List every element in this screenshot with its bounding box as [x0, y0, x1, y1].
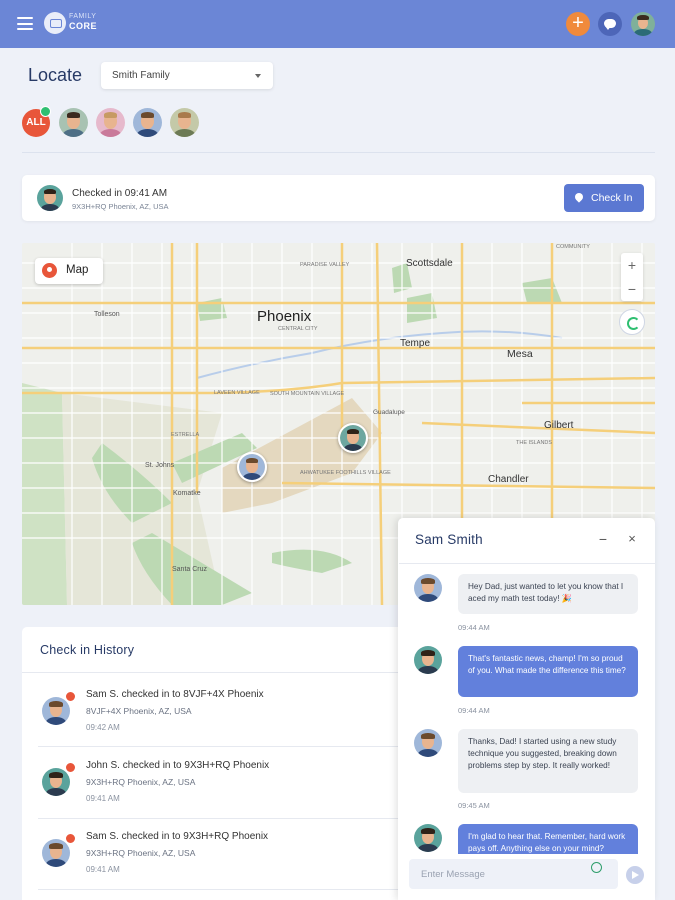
map-label-scottsdale: Scottsdale [406, 258, 453, 269]
history-avatar [42, 768, 70, 796]
history-item-time: 09:42 AM [86, 723, 120, 732]
member-avatar[interactable] [133, 108, 162, 137]
member-avatar[interactable] [59, 108, 88, 137]
divider [22, 152, 655, 153]
logo-icon [44, 12, 66, 34]
divider [38, 746, 422, 747]
divider [38, 889, 422, 890]
history-item-time: 09:41 AM [86, 794, 120, 803]
logo-text-bottom: CORE [69, 21, 98, 31]
location-pin-icon [65, 691, 76, 702]
map-label-community: COMMUNITY [556, 244, 590, 250]
map-member-marker[interactable] [338, 423, 368, 453]
check-in-button-label: Check In [591, 192, 633, 204]
check-badge-icon [40, 106, 51, 117]
chat-message-clip: I'm glad to hear that. Remember, hard wo… [399, 818, 655, 854]
history-item-address: 9X3H+RQ Phoenix, AZ, USA [86, 848, 196, 858]
map-label-gilbert: Gilbert [544, 420, 574, 431]
add-button[interactable]: + [566, 12, 590, 36]
chat-message-outgoing: That's fantastic news, champ! I'm so pro… [458, 646, 638, 697]
map-mode-chip[interactable]: Map [35, 258, 103, 284]
checkin-avatar [37, 185, 63, 211]
chat-bubble-icon[interactable] [598, 12, 622, 36]
map-label-tempe: Tempe [400, 338, 431, 349]
zoom-controls: + − [621, 253, 643, 301]
map-label-the-islands: THE ISLANDS [516, 440, 553, 446]
profile-avatar[interactable] [631, 12, 655, 36]
emoji-icon[interactable] [591, 862, 602, 873]
map-label-st-johns: St. Johns [145, 462, 175, 469]
map-label-estrella: ESTRELLA [171, 432, 200, 438]
history-item-title: Sam S. checked in to 8VJF+4X Phoenix [86, 689, 264, 700]
map-label-central-city: CENTRAL CITY [278, 326, 318, 332]
history-item-title: John S. checked in to 9X3H+RQ Phoenix [86, 760, 270, 771]
zoom-out-button[interactable]: − [621, 279, 643, 299]
map-label-santa-cruz: Santa Cruz [172, 566, 208, 573]
marker-avatar [239, 454, 265, 480]
map-label-phoenix: Phoenix [257, 308, 312, 325]
marker-avatar [340, 425, 366, 451]
map-label-paradise-valley: PARADISE VALLEY [300, 262, 350, 268]
chat-contact-name: Sam Smith [415, 532, 483, 547]
check-in-button[interactable]: Check In [564, 184, 644, 212]
refresh-icon[interactable] [619, 309, 645, 335]
divider [38, 818, 422, 819]
map-chip-label: Map [66, 264, 89, 276]
map-label-laveen: LAVEEN VILLAGE [214, 390, 260, 396]
checkin-address: 9X3H+RQ Phoenix, AZ, USA [72, 202, 169, 211]
location-pin-icon [65, 762, 76, 773]
logo-text-top: FAMILY [69, 13, 97, 20]
chevron-down-icon [255, 74, 261, 78]
checkin-status: Checked in 09:41 AM [72, 188, 168, 199]
map-label-chandler: Chandler [488, 474, 529, 485]
history-title: Check in History [40, 643, 135, 657]
map-label-south-mountain: SOUTH MOUNTAIN VILLAGE [270, 391, 345, 397]
map-label-mesa: Mesa [507, 348, 533, 360]
map-label-komatke: Komatke [173, 490, 201, 497]
chat-avatar [414, 574, 442, 602]
page-title: Locate [28, 65, 83, 85]
map-label-ahwatukee: AHWATUKEE FOOTHILLS VILLAGE [300, 470, 391, 476]
minimize-button[interactable]: − [596, 531, 610, 547]
divider [399, 563, 655, 564]
hamburger-icon[interactable] [17, 17, 33, 30]
map-label-guadalupe: Guadalupe [373, 409, 405, 416]
divider [22, 672, 422, 673]
history-item-title: Sam S. checked in to 9X3H+RQ Phoenix [86, 831, 269, 842]
chat-avatar [414, 646, 442, 674]
map-member-marker[interactable] [237, 452, 267, 482]
chat-message-time: 09:45 AM [458, 801, 490, 810]
map-label-tolleson: Tolleson [94, 311, 120, 318]
family-select[interactable]: Smith Family [101, 62, 273, 89]
chat-message-time: 09:44 AM [458, 706, 490, 715]
zoom-in-button[interactable]: + [621, 255, 643, 275]
chat-avatar [414, 824, 442, 852]
message-input[interactable] [409, 859, 618, 889]
close-button[interactable]: × [625, 531, 639, 547]
send-icon[interactable] [626, 866, 644, 884]
chat-message-incoming: Hey Dad, just wanted to let you know tha… [458, 574, 638, 614]
chat-avatar [414, 729, 442, 757]
chat-message-outgoing: I'm glad to hear that. Remember, hard wo… [458, 824, 638, 854]
member-avatar[interactable] [96, 108, 125, 137]
top-bar: FAMILY CORE + [0, 0, 675, 48]
history-avatar [42, 697, 70, 725]
map-pin-icon [42, 263, 57, 278]
location-pin-icon [573, 191, 585, 203]
location-pin-icon [65, 833, 76, 844]
history-avatar [42, 839, 70, 867]
member-avatar[interactable] [170, 108, 199, 137]
history-item-address: 8VJF+4X Phoenix, AZ, USA [86, 706, 192, 716]
chat-message-time: 09:44 AM [458, 623, 490, 632]
family-select-value: Smith Family [112, 70, 170, 81]
chat-message-incoming: Thanks, Dad! I started using a new study… [458, 729, 638, 793]
history-item-time: 09:41 AM [86, 865, 120, 874]
history-item-address: 9X3H+RQ Phoenix, AZ, USA [86, 777, 196, 787]
